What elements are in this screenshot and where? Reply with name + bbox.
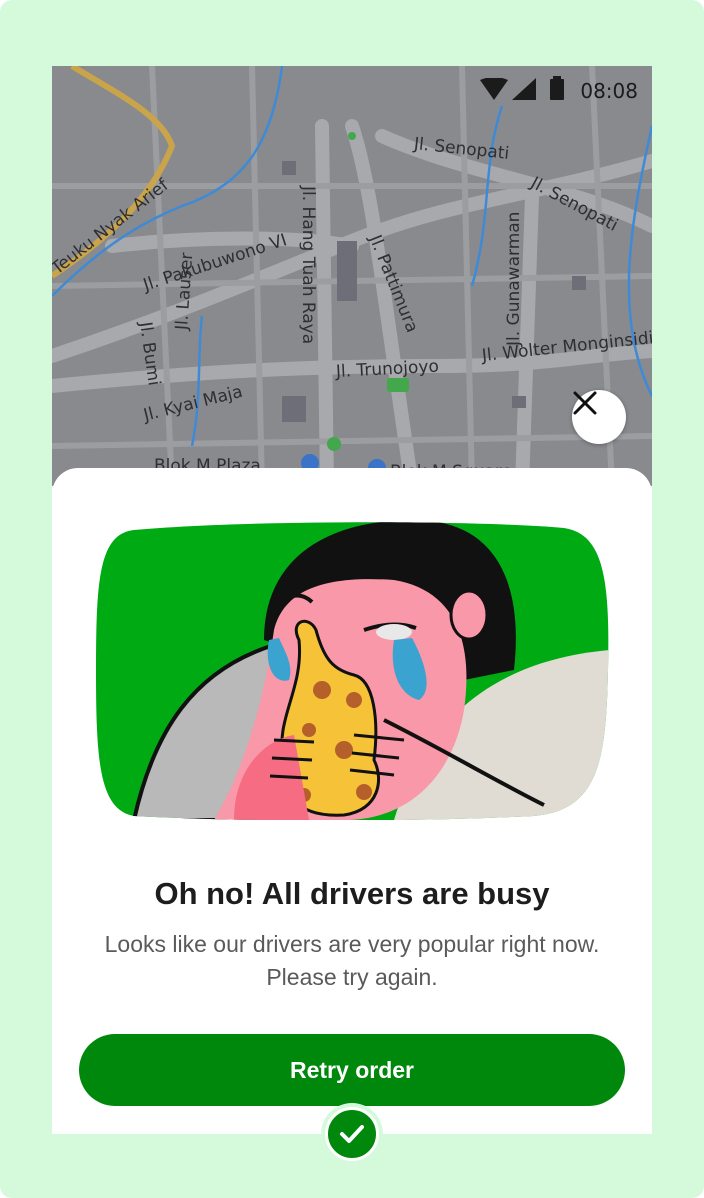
page-subtitle: Looks like our drivers are very popular … bbox=[104, 931, 600, 990]
checkmark-icon bbox=[340, 1125, 364, 1143]
map-label: Jl. Hang Tuah Raya bbox=[298, 186, 318, 345]
phone-screen: Teuku Nyak Arief Jl. Senopati Jl. Senopa… bbox=[52, 66, 652, 1134]
crying-person-illustration bbox=[96, 522, 609, 820]
success-badge bbox=[321, 1103, 383, 1165]
page-title: Oh no! All drivers are busy bbox=[154, 876, 550, 911]
signal-icon bbox=[512, 78, 536, 100]
close-icon bbox=[573, 391, 597, 415]
bottom-sheet: Oh no! All drivers are busy Looks like o… bbox=[52, 468, 652, 1134]
map-label: Jl. Gunawarman bbox=[504, 211, 524, 346]
status-time: 08:08 bbox=[580, 79, 638, 103]
map-view[interactable]: Teuku Nyak Arief Jl. Senopati Jl. Senopa… bbox=[52, 66, 652, 486]
close-button[interactable] bbox=[572, 390, 626, 444]
battery-icon bbox=[550, 76, 564, 100]
wifi-icon bbox=[480, 78, 508, 100]
status-bar: 08:08 bbox=[52, 66, 652, 114]
success-badge-inner bbox=[325, 1107, 379, 1161]
retry-order-button[interactable]: Retry order bbox=[79, 1034, 625, 1106]
